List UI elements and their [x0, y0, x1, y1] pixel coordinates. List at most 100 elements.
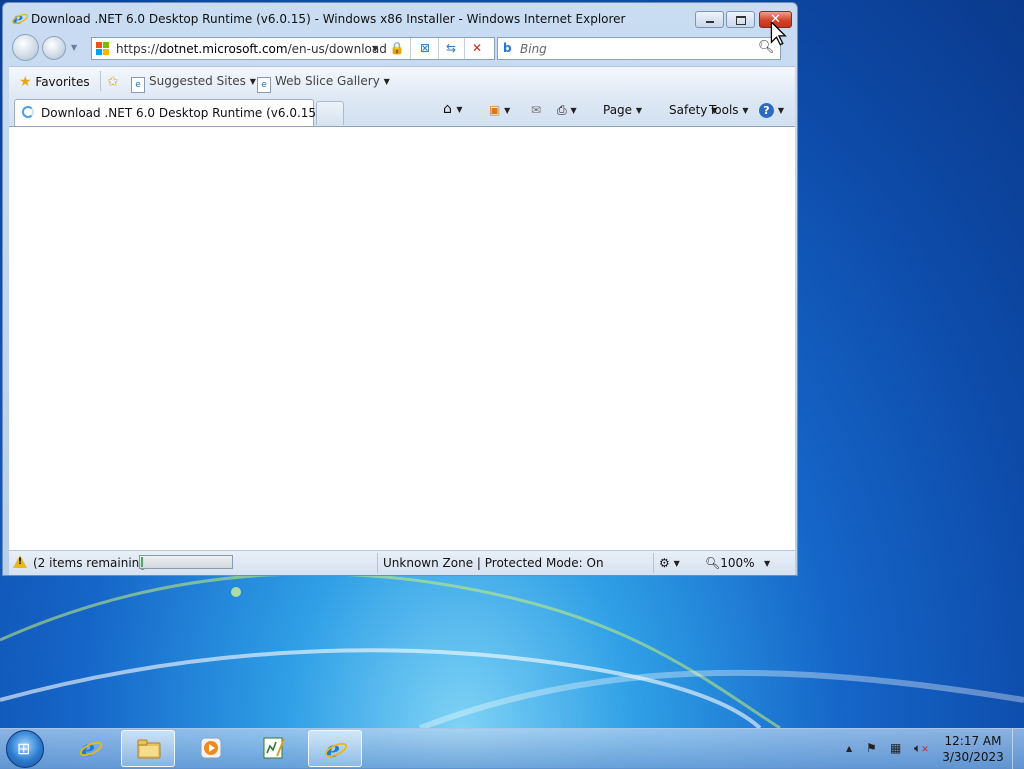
- back-button[interactable]: [12, 34, 39, 61]
- favorites-divider: [100, 71, 101, 91]
- title-bar[interactable]: e Download .NET 6.0 Desktop Runtime (v6.…: [3, 3, 797, 33]
- print-button[interactable]: ⎙ ▼: [557, 103, 577, 118]
- recent-pages-dropdown-icon[interactable]: ▼: [71, 43, 77, 52]
- progress-fill: [141, 557, 143, 567]
- ie-window: e Download .NET 6.0 Desktop Runtime (v6.…: [2, 2, 798, 576]
- chevron-down-icon: ▼: [764, 559, 771, 568]
- microsoft-logo-icon: [96, 42, 110, 56]
- help-menu[interactable]: ? ▼: [759, 103, 784, 118]
- forward-button[interactable]: [42, 36, 66, 60]
- compatibility-view-icon[interactable]: ⊠: [416, 40, 434, 57]
- minimize-button[interactable]: [695, 11, 724, 28]
- chevron-down-icon: ▼: [635, 106, 643, 115]
- minimize-icon: [706, 21, 714, 23]
- clock[interactable]: 12:17 AM 3/30/2023: [940, 734, 1006, 764]
- network-icon[interactable]: ▦: [890, 741, 901, 755]
- suggested-sites-button[interactable]: e Suggested Sites ▼: [131, 74, 256, 93]
- show-desktop-button[interactable]: [1012, 729, 1024, 769]
- gear-icon: ⚙: [659, 556, 670, 570]
- chevron-down-icon: ▼: [777, 106, 784, 115]
- maximize-icon: [736, 16, 746, 25]
- web-slice-gallery-label: Web Slice Gallery: [275, 74, 380, 88]
- popup-blocker-button[interactable]: ⚙ ▼: [659, 556, 680, 570]
- url-scheme: https://: [116, 42, 160, 56]
- taskbar-internet-explorer[interactable]: e: [64, 730, 118, 767]
- maximize-button[interactable]: [726, 11, 755, 28]
- chevron-down-icon: ▼: [570, 106, 577, 115]
- chart-editor-icon: [263, 737, 285, 759]
- taskbar-media-player[interactable]: [184, 730, 238, 767]
- zoom-icon: 🔍︎: [705, 556, 721, 570]
- loading-icon: [22, 106, 34, 118]
- web-slice-gallery-button[interactable]: e Web Slice Gallery ▼: [257, 74, 390, 93]
- taskbar-notepad-app[interactable]: [247, 730, 301, 767]
- progress-bar: [139, 555, 233, 569]
- zoom-button[interactable]: 🔍︎100%: [705, 556, 755, 570]
- start-button[interactable]: ⊞: [6, 730, 44, 768]
- safety-menu-label: Safety: [669, 103, 708, 117]
- page-menu[interactable]: Page ▼: [603, 103, 642, 117]
- chevron-down-icon: ▼: [673, 559, 680, 568]
- add-favorite-icon: ✩: [107, 74, 119, 90]
- status-divider: [377, 553, 378, 573]
- taskbar: ⊞ e e ▲ ⚑ ▦ 🔈︎✕ 12:17 AM 3/30/2023: [0, 728, 1024, 769]
- chevron-down-icon: ▼: [742, 106, 749, 115]
- search-placeholder[interactable]: Bing: [520, 42, 547, 56]
- page-content[interactable]: [9, 126, 795, 551]
- internet-explorer-icon: e: [12, 10, 28, 26]
- home-icon: ⌂: [443, 101, 452, 117]
- refresh-icon[interactable]: ⇆: [442, 40, 460, 57]
- address-url[interactable]: https://dotnet.microsoft.com/en-us/downl…: [116, 42, 387, 56]
- mail-icon: ✉: [531, 103, 542, 117]
- media-player-icon: [200, 737, 222, 759]
- warning-mark: !: [18, 557, 23, 567]
- address-divider: [438, 38, 439, 59]
- tab-active[interactable]: Download .NET 6.0 Desktop Runtime (v6.0.…: [14, 99, 344, 126]
- clock-date: 3/30/2023: [942, 750, 1004, 764]
- printer-icon: ⎙: [557, 103, 567, 117]
- action-center-flag-icon[interactable]: ⚑: [866, 741, 877, 755]
- taskbar-windows-explorer[interactable]: [121, 730, 175, 767]
- feeds-button[interactable]: ▣ ▼: [489, 103, 510, 117]
- status-bar: ! (2 items remaining) Unknown Zone | Pro…: [9, 550, 795, 575]
- page-menu-label: Page: [603, 103, 633, 117]
- rss-icon: ▣: [489, 103, 501, 117]
- status-divider: [653, 553, 654, 573]
- show-hidden-icons-button[interactable]: ▲: [846, 744, 852, 753]
- chevron-down-icon: ▼: [249, 77, 256, 86]
- address-bar[interactable]: https://dotnet.microsoft.com/en-us/downl…: [91, 37, 495, 60]
- volume-muted-icon[interactable]: 🔈︎✕: [914, 741, 929, 756]
- help-icon: ?: [759, 103, 774, 118]
- taskbar-internet-explorer-active[interactable]: e: [308, 730, 362, 767]
- favorites-label: Favorites: [35, 75, 90, 89]
- add-to-favorites-bar-button[interactable]: ✩: [107, 74, 119, 90]
- ie-page-icon: e: [131, 77, 145, 93]
- folder-icon: [137, 739, 161, 759]
- home-button[interactable]: ⌂ ▼: [443, 101, 463, 117]
- tools-menu[interactable]: Tools ▼: [709, 103, 749, 117]
- chevron-down-icon: ▼: [456, 105, 463, 114]
- zoom-dropdown[interactable]: ▼: [764, 556, 770, 570]
- clock-time: 12:17 AM: [944, 734, 1002, 748]
- internet-explorer-icon: e: [324, 737, 348, 761]
- url-host: dotnet.microsoft.com: [159, 42, 288, 56]
- chevron-down-icon: ▼: [504, 106, 511, 115]
- bing-icon: b: [503, 41, 512, 55]
- lock-icon[interactable]: 🔒: [388, 40, 406, 57]
- internet-explorer-icon: e: [79, 736, 103, 760]
- address-divider: [410, 38, 411, 59]
- items-remaining-text: (2 items remaining): [33, 556, 152, 570]
- tab-row: Download .NET 6.0 Desktop Runtime (v6.0.…: [9, 96, 795, 126]
- favorites-bar: ★ Favorites ✩ e Suggested Sites ▼ e Web Sl…: [9, 66, 795, 97]
- tools-menu-label: Tools: [709, 103, 739, 117]
- address-dropdown-icon[interactable]: ▼: [372, 44, 378, 53]
- favorites-button[interactable]: ★ Favorites: [19, 74, 90, 90]
- navigation-bar: ▼ https://dotnet.microsoft.com/en-us/dow…: [3, 33, 797, 65]
- security-zone-text[interactable]: Unknown Zone | Protected Mode: On: [383, 556, 604, 570]
- windows-logo-icon: ⊞: [17, 739, 31, 758]
- search-box[interactable]: b Bing 🔍︎: [497, 37, 781, 60]
- new-tab-button[interactable]: [316, 101, 344, 125]
- stop-icon[interactable]: ✕: [468, 40, 486, 57]
- read-mail-button[interactable]: ✉: [531, 103, 541, 117]
- favorites-star-icon: ★: [19, 74, 32, 90]
